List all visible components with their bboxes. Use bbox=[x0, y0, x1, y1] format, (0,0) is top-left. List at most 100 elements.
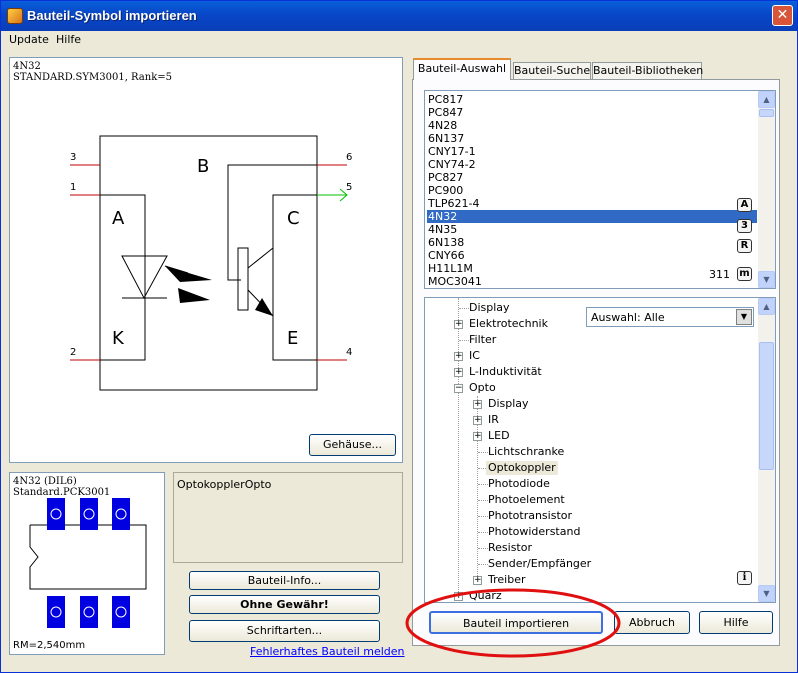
label-k: K bbox=[112, 328, 124, 349]
tree-node-filter[interactable]: Filter bbox=[469, 333, 496, 347]
tree-node-photodiode[interactable]: Photodiode bbox=[488, 477, 550, 491]
tab-bauteil-suche[interactable]: Bauteil-Suche bbox=[513, 62, 591, 79]
window-title: Bauteil-Symbol importieren bbox=[27, 8, 197, 23]
tree-scrollbar[interactable]: ▲ ▼ bbox=[758, 298, 775, 602]
expand-icon[interactable]: + bbox=[473, 432, 482, 441]
tree-line bbox=[478, 564, 488, 565]
label-e: E bbox=[287, 328, 299, 349]
close-button[interactable]: ✕ bbox=[772, 5, 793, 26]
tree-node-sender-empfaenger[interactable]: Sender/Empfänger bbox=[488, 557, 591, 571]
scroll-thumb[interactable] bbox=[759, 109, 774, 117]
pin-5-label: 5 bbox=[346, 182, 353, 193]
tree-line bbox=[459, 340, 469, 341]
tree-node-ic[interactable]: IC bbox=[469, 349, 480, 363]
list-scrollbar[interactable]: ▲ ▼ bbox=[758, 91, 775, 288]
help-button[interactable]: Hilfe bbox=[699, 611, 773, 634]
expand-icon[interactable]: + bbox=[454, 320, 463, 329]
report-faulty-link[interactable]: Fehlerhaftes Bauteil melden bbox=[250, 645, 405, 658]
scroll-up-icon[interactable]: ▲ bbox=[758, 91, 775, 108]
list-item[interactable]: 6N137 bbox=[427, 132, 757, 145]
list-item[interactable]: 6N138 bbox=[427, 236, 757, 249]
pin-2-label: 2 bbox=[70, 347, 77, 358]
list-item[interactable]: H11L1M bbox=[427, 262, 757, 275]
list-item[interactable]: 4N28 bbox=[427, 119, 757, 132]
component-list[interactable]: PC817 PC847 4N28 6N137 CNY17-1 CNY74-2 P… bbox=[424, 90, 776, 289]
label-a: A bbox=[112, 208, 125, 229]
tree-line bbox=[478, 548, 488, 549]
label-c: C bbox=[287, 208, 300, 229]
tab-bauteil-bibliotheken[interactable]: Bauteil-Bibliotheken bbox=[592, 62, 703, 79]
description-text: OptokopplerOpto bbox=[177, 478, 272, 491]
description-box: OptokopplerOpto bbox=[173, 472, 403, 563]
menu-update[interactable]: Update bbox=[9, 33, 49, 46]
collapse-icon[interactable]: − bbox=[454, 384, 463, 393]
expand-icon[interactable]: + bbox=[473, 400, 482, 409]
list-item[interactable]: TLP621-4 bbox=[427, 197, 757, 210]
list-item[interactable]: PC817 bbox=[427, 93, 757, 106]
expand-icon[interactable]: + bbox=[454, 368, 463, 377]
label-b: B bbox=[197, 156, 210, 177]
import-dialog-window: Bauteil-Symbol importieren ✕ Update Hilf… bbox=[0, 0, 798, 673]
list-item-selected[interactable]: 4N32 bbox=[427, 210, 757, 223]
list-item[interactable]: MOC3041 bbox=[427, 275, 757, 288]
dil6-footprint bbox=[29, 498, 147, 628]
ohne-gewaehr-button[interactable]: Ohne Gewähr! bbox=[189, 595, 380, 614]
list-item[interactable]: PC900 bbox=[427, 184, 757, 197]
chevron-down-icon[interactable]: ▼ bbox=[736, 309, 752, 325]
tree-line bbox=[458, 298, 459, 598]
list-item[interactable]: CNY17-1 bbox=[427, 145, 757, 158]
tab-bauteil-auswahl[interactable]: Bauteil-Auswahl bbox=[413, 58, 511, 80]
menu-help[interactable]: Hilfe bbox=[56, 33, 81, 46]
schriftarten-button[interactable]: Schriftarten... bbox=[189, 620, 380, 642]
optocoupler-symbol bbox=[70, 135, 348, 391]
list-item[interactable]: CNY66 bbox=[427, 249, 757, 262]
title-bar[interactable]: Bauteil-Symbol importieren ✕ bbox=[1, 1, 797, 31]
expand-icon[interactable]: + bbox=[454, 352, 463, 361]
expand-icon[interactable]: + bbox=[473, 416, 482, 425]
badge-3-icon[interactable]: 3 bbox=[737, 219, 752, 233]
tree-node-treiber[interactable]: Treiber bbox=[488, 573, 525, 587]
list-item[interactable]: PC847 bbox=[427, 106, 757, 119]
badge-a-icon[interactable]: A bbox=[737, 198, 752, 212]
scroll-down-icon[interactable]: ▼ bbox=[758, 585, 775, 602]
tree-node-resistor[interactable]: Resistor bbox=[488, 541, 532, 555]
tree-node-optokoppler[interactable]: Optokoppler bbox=[486, 461, 558, 475]
category-tree[interactable]: Display + Elektrotechnik Filter + IC + L… bbox=[424, 297, 776, 603]
menu-bar: Update Hilfe bbox=[1, 31, 797, 49]
list-item[interactable]: CNY74-2 bbox=[427, 158, 757, 171]
badge-m-icon[interactable]: m bbox=[737, 267, 752, 281]
tree-node-photoelement[interactable]: Photoelement bbox=[488, 493, 565, 507]
tree-node-ir[interactable]: IR bbox=[488, 413, 499, 427]
bauteil-info-button[interactable]: Bauteil-Info... bbox=[189, 571, 380, 590]
tree-node-elektrotechnik[interactable]: Elektrotechnik bbox=[469, 317, 548, 331]
pin-6-label: 6 bbox=[346, 152, 353, 163]
pin-3-label: 3 bbox=[70, 152, 77, 163]
badge-r-icon[interactable]: R bbox=[737, 239, 752, 253]
expand-icon[interactable]: + bbox=[473, 576, 482, 585]
symbol-preview-panel: 4N32 STANDARD.SYM3001, Rank=5 3 1 2 6 5 … bbox=[9, 57, 403, 463]
tree-line bbox=[478, 452, 488, 453]
tree-node-opto-display[interactable]: Display bbox=[488, 397, 529, 411]
scroll-down-icon[interactable]: ▼ bbox=[758, 271, 775, 288]
tree-node-led[interactable]: LED bbox=[488, 429, 510, 443]
highlight-ellipse bbox=[405, 588, 621, 658]
tree-node-l-induktivitaet[interactable]: L-Induktivität bbox=[469, 365, 542, 379]
component-count: 311 bbox=[709, 268, 730, 281]
package-preview-panel: 4N32 (DIL6) Standard.PCK3001 RM=2,540mm bbox=[9, 472, 165, 655]
scroll-up-icon[interactable]: ▲ bbox=[758, 298, 775, 315]
list-item[interactable]: PC827 bbox=[427, 171, 757, 184]
filter-dropdown[interactable]: Auswahl: Alle ▼ bbox=[586, 307, 754, 327]
tree-node-display[interactable]: Display bbox=[469, 301, 510, 315]
tree-node-phototransistor[interactable]: Phototransistor bbox=[488, 509, 572, 523]
info-icon[interactable]: i bbox=[737, 571, 752, 585]
tree-node-lichtschranke[interactable]: Lichtschranke bbox=[488, 445, 564, 459]
list-item[interactable]: 4N35 bbox=[427, 223, 757, 236]
scroll-thumb[interactable] bbox=[759, 342, 774, 470]
tree-line bbox=[478, 516, 488, 517]
raster-label: RM=2,540mm bbox=[13, 640, 86, 651]
app-icon bbox=[7, 8, 23, 24]
tree-node-photowiderstand[interactable]: Photowiderstand bbox=[488, 525, 580, 539]
tree-node-opto[interactable]: Opto bbox=[469, 381, 496, 395]
gehaeuse-button[interactable]: Gehäuse... bbox=[309, 434, 396, 456]
filter-value: Auswahl: Alle bbox=[591, 311, 665, 324]
